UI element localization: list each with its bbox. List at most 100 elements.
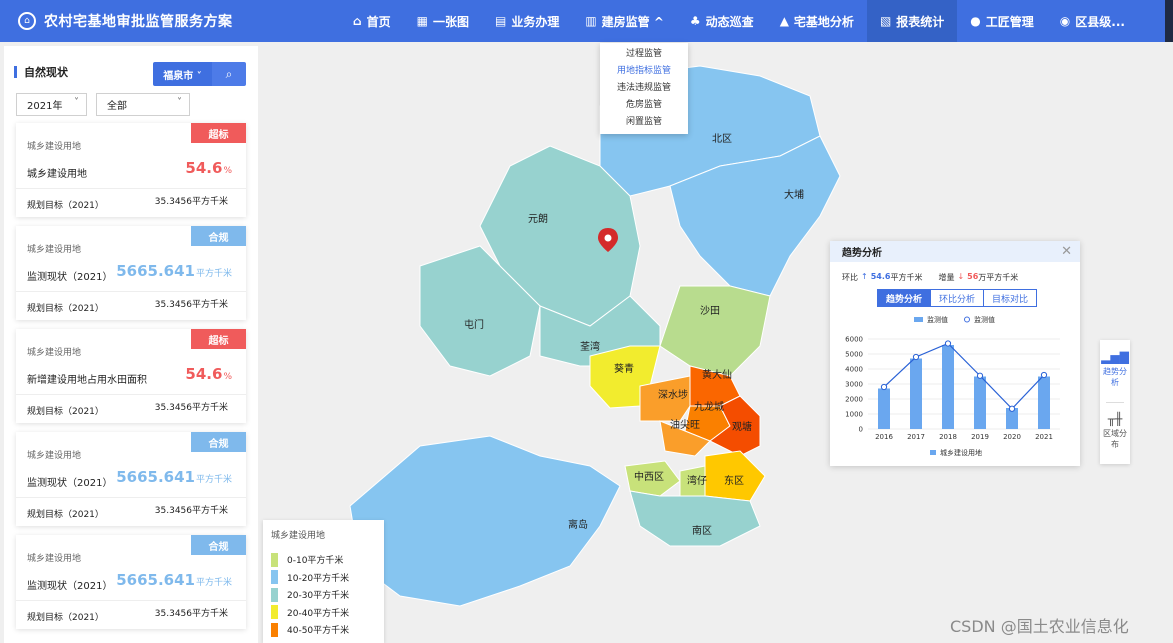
line-point: [1008, 405, 1016, 412]
nav-item-5[interactable]: ▲ 宅基地分析: [767, 0, 867, 42]
dropdown-item-2[interactable]: 违法违规监管: [600, 80, 688, 97]
map-label: 葵青: [614, 362, 634, 375]
line-point: [880, 383, 888, 391]
y-tick-label: 4000: [845, 366, 863, 374]
card-plan-label: 规划目标（2021）: [27, 613, 104, 623]
card-plan-value: 35.3456平方千米: [154, 609, 228, 619]
bar: [878, 388, 890, 429]
tab-0[interactable]: 趋势分析: [877, 289, 932, 307]
legend-bottom-label: 城乡建设用地: [940, 448, 982, 457]
x-tick-label: 2020: [1003, 433, 1021, 441]
card-value-unit: 平方千米: [195, 578, 232, 588]
nav-item-6[interactable]: ▧ 报表统计: [866, 0, 958, 42]
panel-heading: 自然现状: [14, 64, 68, 80]
nav-item-8[interactable]: ◉ 区县级...: [1047, 0, 1138, 42]
line-point: [944, 340, 952, 347]
nav-label: 宅基地分析: [793, 14, 854, 29]
card-value-number: 5665.641: [116, 262, 195, 280]
x-tick-label: 2021: [1035, 433, 1053, 441]
y-tick-label: 1000: [845, 411, 863, 419]
card-value-unit: 平方千米: [195, 269, 232, 279]
close-icon[interactable]: ✕: [1061, 244, 1072, 259]
nav-label: 报表统计: [896, 14, 945, 29]
card-plan-label: 规划目标（2021）: [27, 407, 104, 417]
card-value: 5665.641平方千米: [116, 262, 232, 280]
tab-2[interactable]: 目标对比: [983, 289, 1038, 307]
y-tick-label: 5000: [845, 351, 863, 359]
trend-analysis-panel: 趋势分析 ✕ 环比 ↑ 54.6 平方千米 增量 ↓ 56 万平方千米 趋势分析…: [830, 241, 1080, 466]
y-tick-label: 3000: [845, 381, 863, 389]
region-distribution-tool[interactable]: ╥╫ 区域分布: [1100, 412, 1130, 450]
tool-divider: [1106, 402, 1124, 403]
stat-card[interactable]: 合规 城乡建设用地 监测现状（2021） 5665.641平方千米 规划目标（2021）…: [16, 432, 246, 526]
nav-label: 一张图: [432, 14, 469, 29]
card-divider: [16, 291, 246, 292]
card-name: 监测现状（2021）: [27, 272, 113, 283]
card-category: 城乡建设用地: [27, 451, 82, 461]
trend-stats: 环比 ↑ 54.6 平方千米 增量 ↓ 56 万平方千米: [842, 272, 1018, 283]
legend-swatch: [271, 587, 278, 602]
nav-item-2[interactable]: ▤ 业务办理: [482, 0, 572, 42]
trend-tool-label: 趋势分析: [1103, 367, 1127, 387]
legend-bar-swatch: [914, 317, 923, 322]
stat2-label: 增量: [938, 273, 955, 282]
map-label: 离岛: [568, 518, 588, 531]
building-icon: ▥: [585, 14, 597, 28]
briefcase-icon: ▤: [494, 14, 507, 28]
heading-accent: [14, 66, 17, 78]
stat1-unit: 平方千米: [890, 273, 923, 282]
bank-icon: ▲: [779, 14, 789, 28]
map-label: 大埔: [784, 188, 804, 201]
tab-1[interactable]: 环比分析: [930, 289, 985, 307]
map-label: 中西区: [634, 470, 664, 483]
y-tick-label: 0: [859, 426, 863, 434]
dropdown-item-0[interactable]: 过程监管: [600, 46, 688, 63]
city-select[interactable]: 福泉市 ˅: [153, 62, 212, 86]
nav-item-3[interactable]: ▥ 建房监管 ^: [572, 0, 677, 42]
nav-item-7[interactable]: ● 工匠管理: [957, 0, 1047, 42]
bar: [942, 345, 954, 429]
legend-line-swatch: [964, 316, 970, 323]
card-category: 城乡建设用地: [27, 554, 82, 564]
search-button[interactable]: ⌕: [212, 62, 246, 86]
card-name: 监测现状（2021）: [27, 478, 113, 489]
map-label: 东区: [724, 474, 744, 487]
legend-item: 0-10平方千米: [271, 551, 376, 569]
map-label: 元朗: [528, 213, 548, 225]
dropdown-item-4[interactable]: 闲置监管: [600, 114, 688, 131]
nav-item-4[interactable]: ♣ 动态巡查: [677, 0, 767, 42]
map-label: 荃湾: [580, 340, 600, 353]
card-plan-value: 35.3456平方千米: [154, 506, 228, 516]
card-category: 城乡建设用地: [27, 142, 82, 152]
card-divider: [16, 188, 246, 189]
card-value-number: 5665.641: [116, 468, 195, 486]
nav-label: 首页: [366, 14, 391, 29]
legend-item: 20-30平方千米: [271, 586, 376, 604]
dropdown-item-1[interactable]: 用地指标监管: [600, 63, 688, 80]
stat-card[interactable]: 超标 城乡建设用地 城乡建设用地 54.6% 规划目标（2021） 35.3456平方千米: [16, 123, 246, 217]
stat-card[interactable]: 合规 城乡建设用地 监测现状（2021） 5665.641平方千米 规划目标（2021）…: [16, 535, 246, 629]
nav-label: 建房监管 ^: [601, 14, 664, 29]
district-shatin[interactable]: [659, 285, 771, 377]
stat-card[interactable]: 合规 城乡建设用地 监测现状（2021） 5665.641平方千米 规划目标（2021）…: [16, 226, 246, 320]
trend-analysis-tool[interactable]: ▂▅▇ 趋势分析: [1100, 350, 1130, 388]
map-label: 北区: [712, 133, 732, 145]
stat-card[interactable]: 超标 城乡建设用地 新增建设用地占用水田面积 54.6% 规划目标（2021） 35.34…: [16, 329, 246, 423]
stat2-value: 56: [967, 272, 979, 281]
year-select[interactable]: 2021年 ˅: [16, 93, 87, 116]
nav-item-1[interactable]: ▦ 一张图: [404, 0, 482, 42]
line-point: [1040, 371, 1048, 379]
chevron-down-icon: ˅: [177, 97, 182, 108]
bar-chart-icon: ▂▅▇: [1101, 350, 1129, 364]
nav-item-0[interactable]: ⌂ 首页: [340, 0, 404, 42]
card-name: 城乡建设用地: [27, 169, 87, 180]
patrol-icon: ♣: [689, 14, 701, 28]
main-nav: ⌂ 首页 ▦ 一张图 ▤ 业务办理 ▥ 建房监管 ^ ♣ 动态巡查 ▲ 宅基地分析 ▧ 报表统计 ● 工匠管理…: [340, 0, 1138, 42]
card-divider: [16, 394, 246, 395]
scope-select[interactable]: 全部 ˅: [96, 93, 190, 116]
card-name: 监测现状（2021）: [27, 581, 113, 592]
nav-label: 工匠管理: [985, 14, 1034, 29]
card-name: 新增建设用地占用水田面积: [27, 375, 147, 386]
map-label: 湾仔: [687, 474, 707, 487]
dropdown-item-3[interactable]: 危房监管: [600, 97, 688, 114]
